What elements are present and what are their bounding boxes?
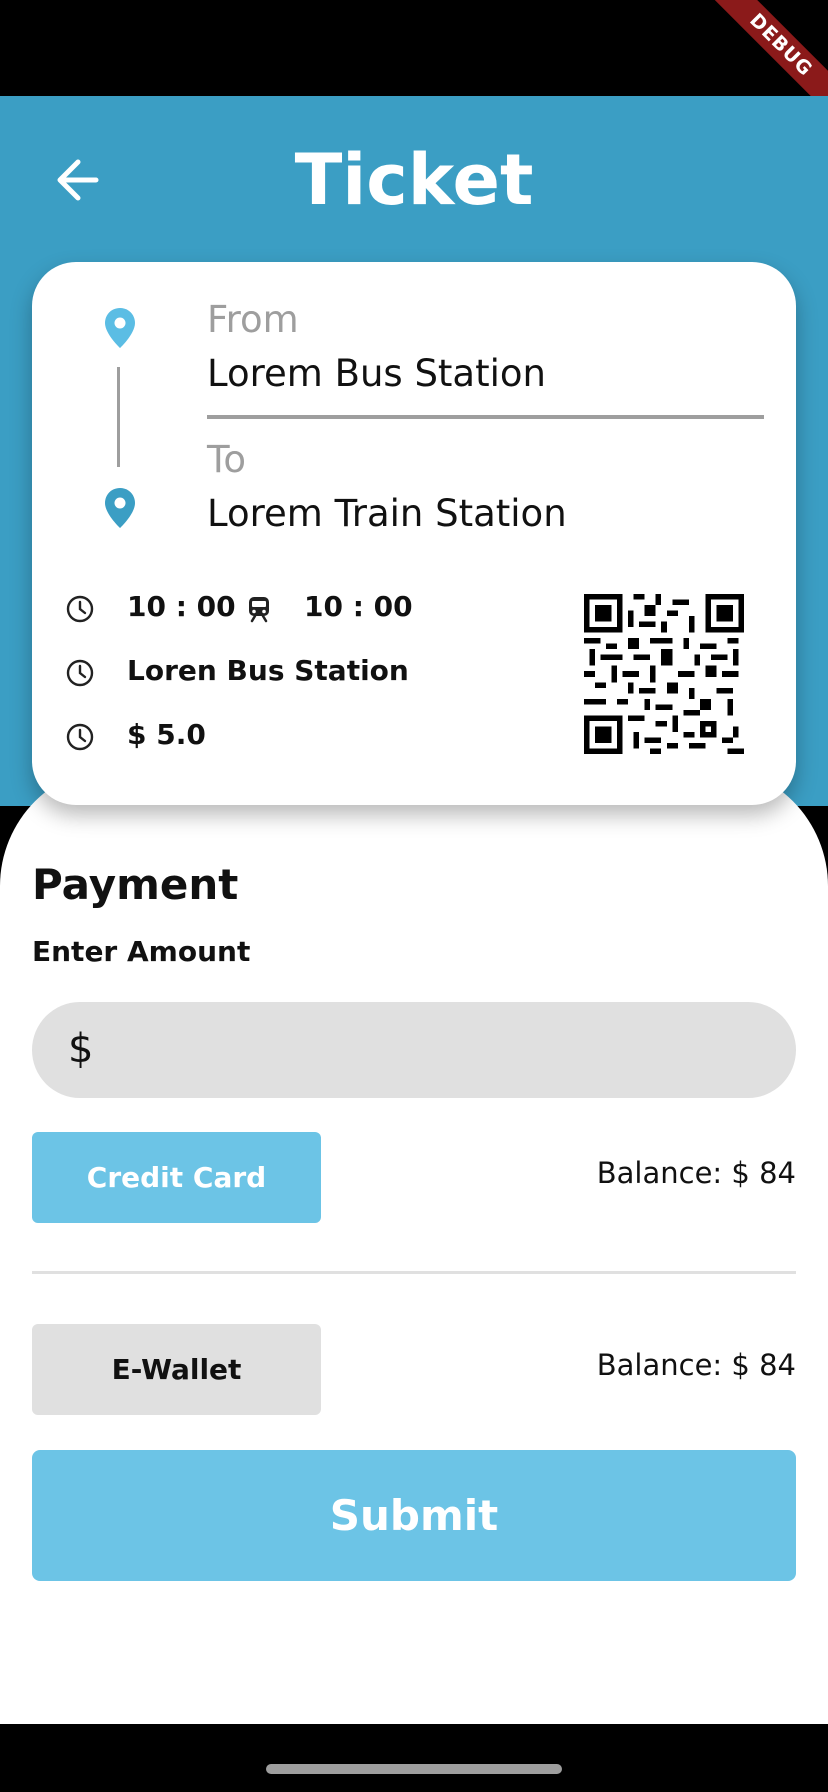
qr-code-icon <box>584 594 744 754</box>
navigation-bar <box>0 1724 828 1792</box>
home-indicator[interactable] <box>266 1764 562 1774</box>
amount-input[interactable]: $ <box>32 1002 796 1098</box>
from-label: From <box>207 298 299 341</box>
location-pin-icon <box>105 488 135 528</box>
clock-icon <box>66 659 94 687</box>
route-line <box>117 367 120 467</box>
submit-button[interactable]: Submit <box>32 1450 796 1581</box>
arrival-time: 10 : 00 <box>304 590 413 623</box>
ticket-price: $ 5.0 <box>127 718 206 751</box>
clock-icon <box>66 723 94 751</box>
to-station: Lorem Train Station <box>207 492 567 535</box>
credit-card-button[interactable]: Credit Card <box>32 1132 321 1223</box>
from-station: Lorem Bus Station <box>207 352 546 395</box>
credit-card-balance: Balance: $ 84 <box>596 1156 796 1190</box>
train-icon <box>249 597 269 623</box>
e-wallet-button[interactable]: E-Wallet <box>32 1324 321 1415</box>
e-wallet-balance: Balance: $ 84 <box>596 1348 796 1382</box>
departure-time: 10 : 00 <box>127 590 236 623</box>
clock-icon <box>66 595 94 623</box>
payment-divider <box>32 1271 796 1274</box>
to-label: To <box>207 438 246 481</box>
enter-amount-label: Enter Amount <box>32 935 251 968</box>
payment-title: Payment <box>32 860 239 909</box>
dollar-prefix: $ <box>68 1026 94 1072</box>
location-pin-icon <box>105 308 135 348</box>
from-divider <box>207 415 764 419</box>
station-name: Loren Bus Station <box>127 654 409 687</box>
page-title: Ticket <box>294 139 534 221</box>
status-bar <box>0 0 828 96</box>
